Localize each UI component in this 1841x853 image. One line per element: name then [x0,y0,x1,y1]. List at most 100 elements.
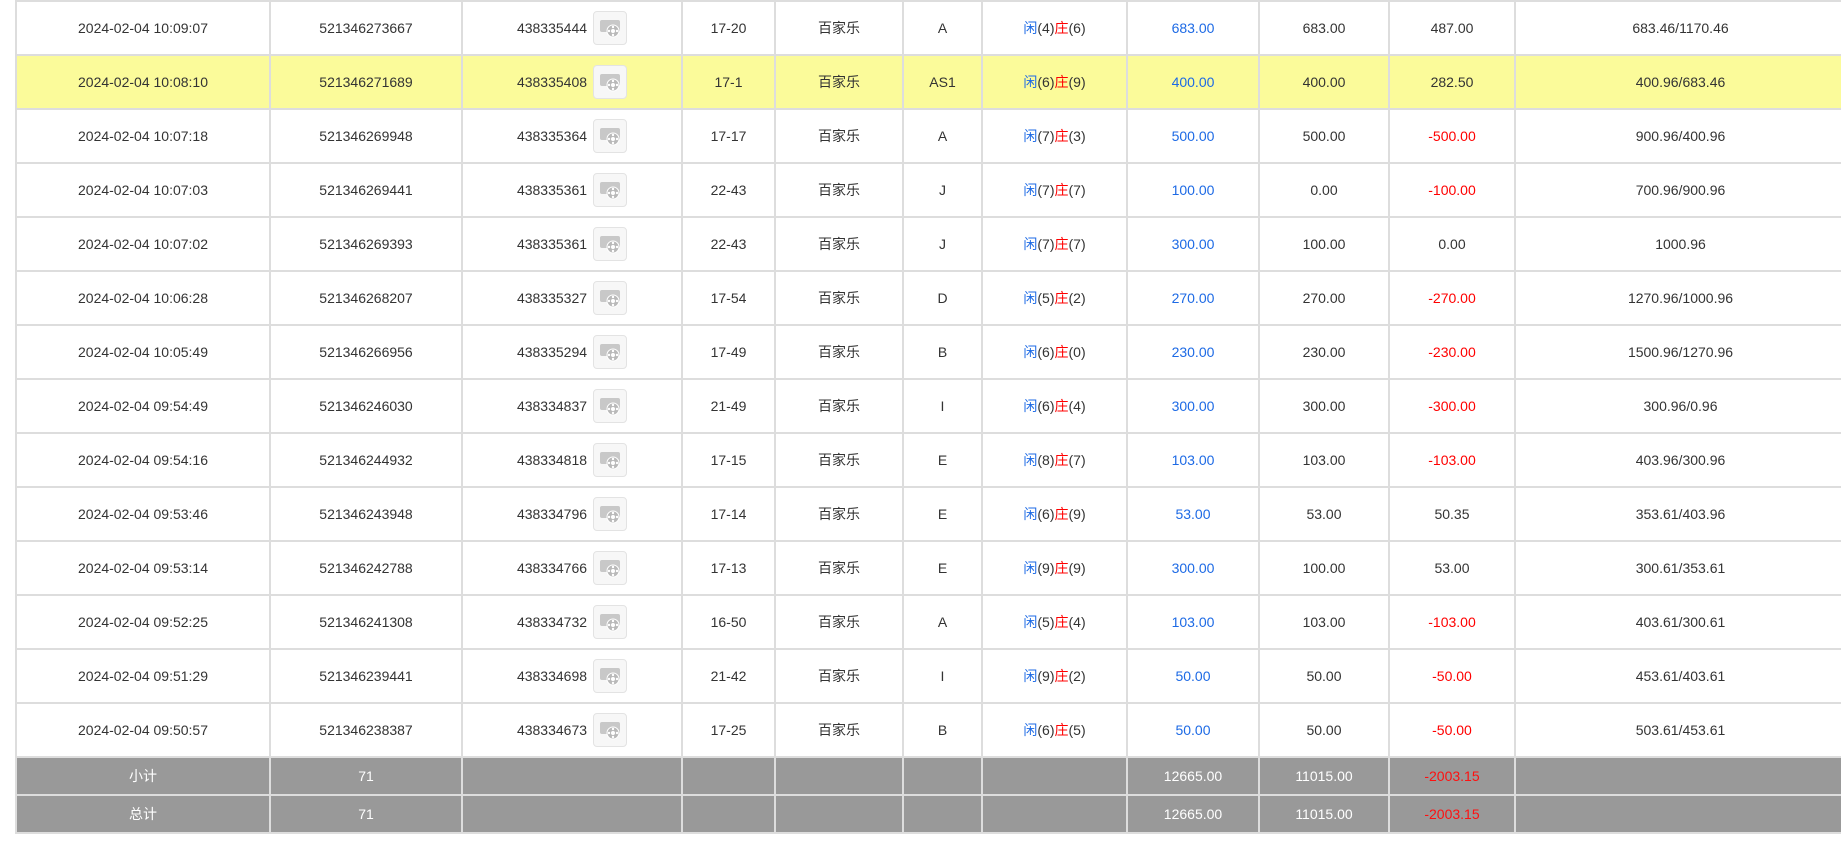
result-cell: 闲(5)庄(4) [981,594,1128,650]
win-loss: -500.00 [1388,108,1516,164]
order-number: 521346244932 [269,432,463,488]
game-type: 百家乐 [774,486,904,542]
video-replay-icon[interactable] [593,713,628,747]
table-name: B [902,702,983,758]
balance-change: 300.61/353.61 [1514,540,1841,596]
empty-cell [461,756,683,796]
round-id: 438334837 [516,398,588,414]
bet-amount: 300.00 [1126,378,1260,434]
table-row: 2024-02-04 10:07:03 521346269441 438335361… [15,162,1841,218]
player-label: 闲 [1023,398,1038,414]
bet-amount: 103.00 [1126,594,1260,650]
empty-cell [681,794,776,834]
win-loss: -103.00 [1388,432,1516,488]
bet-time: 2024-02-04 10:09:07 [15,0,271,56]
shoe-number: 22-43 [681,216,776,272]
round-cell: 438334818 [461,432,683,488]
summary-body: 小计 71 12665.00 11015.00 -2003.15 总计 71 1… [15,756,1841,834]
bet-time: 2024-02-04 09:53:46 [15,486,271,542]
bet-amount: 100.00 [1126,162,1260,218]
game-type: 百家乐 [774,540,904,596]
bet-records-table-container: 2024-02-04 10:09:07 521346273667 438335444… [15,0,1841,834]
round-id: 438335294 [516,344,588,360]
video-replay-icon[interactable] [593,281,628,315]
round-id: 438335364 [516,128,588,144]
valid-bet: 400.00 [1258,54,1390,110]
player-points: (7) [1037,128,1055,144]
round-cell: 438335444 [461,0,683,56]
video-replay-icon[interactable] [593,173,628,207]
player-points: (9) [1037,668,1055,684]
player-points: (8) [1037,452,1055,468]
player-points: (5) [1037,290,1055,306]
banker-label: 庄 [1054,290,1069,306]
balance-change: 900.96/400.96 [1514,108,1841,164]
balance-change: 683.46/1170.46 [1514,0,1841,56]
valid-bet: 230.00 [1258,324,1390,380]
table-name: J [902,216,983,272]
player-label: 闲 [1023,722,1038,738]
banker-points: (9) [1068,506,1086,522]
bet-time: 2024-02-04 09:52:25 [15,594,271,650]
banker-points: (6) [1068,20,1086,36]
subtotal-valid: 11015.00 [1258,756,1390,796]
video-replay-icon[interactable] [593,659,628,693]
round-id: 438334796 [516,506,588,522]
video-replay-icon[interactable] [593,443,628,477]
order-number: 521346238387 [269,702,463,758]
valid-bet: 500.00 [1258,108,1390,164]
player-points: (6) [1037,506,1055,522]
banker-label: 庄 [1054,668,1069,684]
round-id: 438335361 [516,236,588,252]
shoe-number: 17-15 [681,432,776,488]
win-loss: -230.00 [1388,324,1516,380]
bet-records-table: 2024-02-04 10:09:07 521346273667 438335444… [15,0,1841,834]
shoe-number: 17-1 [681,54,776,110]
player-label: 闲 [1023,290,1038,306]
video-replay-icon[interactable] [593,335,628,369]
win-loss: 487.00 [1388,0,1516,56]
video-replay-icon[interactable] [593,605,628,639]
banker-label: 庄 [1054,236,1069,252]
empty-cell [902,794,983,834]
table-row: 2024-02-04 09:54:16 521346244932 438334818… [15,432,1841,488]
player-points: (6) [1037,722,1055,738]
game-type: 百家乐 [774,162,904,218]
balance-change: 300.96/0.96 [1514,378,1841,434]
valid-bet: 50.00 [1258,702,1390,758]
win-loss: 53.00 [1388,540,1516,596]
banker-label: 庄 [1054,560,1069,576]
player-points: (6) [1037,344,1055,360]
video-replay-icon[interactable] [593,497,628,531]
win-loss: 50.35 [1388,486,1516,542]
player-points: (6) [1037,74,1055,90]
video-replay-icon[interactable] [593,227,628,261]
player-points: (7) [1037,236,1055,252]
result-cell: 闲(9)庄(2) [981,648,1128,704]
empty-cell [461,794,683,834]
valid-bet: 103.00 [1258,432,1390,488]
banker-points: (7) [1068,452,1086,468]
bet-amount: 53.00 [1126,486,1260,542]
bet-time: 2024-02-04 09:53:14 [15,540,271,596]
game-type: 百家乐 [774,378,904,434]
valid-bet: 50.00 [1258,648,1390,704]
game-type: 百家乐 [774,216,904,272]
round-id: 438334673 [516,722,588,738]
total-bet: 12665.00 [1126,794,1260,834]
result-cell: 闲(8)庄(7) [981,432,1128,488]
bet-time: 2024-02-04 09:51:29 [15,648,271,704]
video-replay-icon[interactable] [593,119,628,153]
empty-cell [902,756,983,796]
balance-change: 403.96/300.96 [1514,432,1841,488]
banker-points: (2) [1068,290,1086,306]
video-replay-icon[interactable] [593,65,628,99]
round-id: 438335408 [516,74,588,90]
bet-time: 2024-02-04 10:07:02 [15,216,271,272]
video-replay-icon[interactable] [593,11,628,45]
video-replay-icon[interactable] [593,551,628,585]
video-replay-icon[interactable] [593,389,628,423]
shoe-number: 17-20 [681,0,776,56]
total-valid: 11015.00 [1258,794,1390,834]
valid-bet: 100.00 [1258,216,1390,272]
